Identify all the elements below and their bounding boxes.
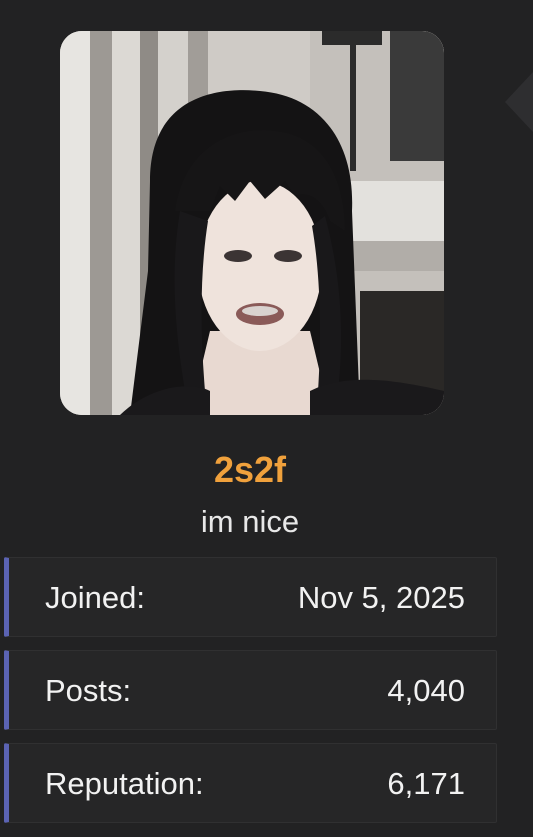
stat-label: Joined: [45,580,145,615]
profile-avatar[interactable] [60,31,444,415]
stat-label: Posts: [45,673,132,708]
bubble-notch [505,72,533,132]
stat-label: Reputation: [45,766,204,801]
user-title: im nice [200,504,300,539]
stat-row-reputation: Reputation: 6,171 [4,743,497,823]
stat-row-posts: Posts: 4,040 [4,650,497,730]
stat-row-joined: Joined: Nov 5, 2025 [4,557,497,637]
username[interactable]: 2s2f [0,448,500,492]
stat-value[interactable]: 6,171 [387,744,465,824]
profile-card: 2s2f im nice Joined: Nov 5, 2025 Posts: … [0,0,533,837]
stat-value: Nov 5, 2025 [297,580,465,615]
stat-value[interactable]: 4,040 [387,651,465,731]
